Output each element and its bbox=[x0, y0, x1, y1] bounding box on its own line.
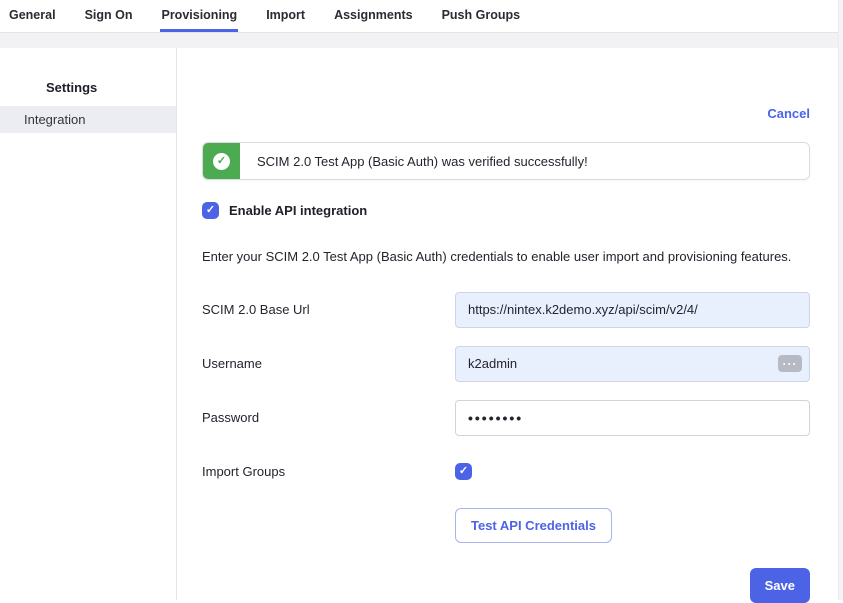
credentials-description: Enter your SCIM 2.0 Test App (Basic Auth… bbox=[202, 248, 810, 266]
tab-sign-on[interactable]: Sign On bbox=[84, 0, 134, 32]
tab-provisioning[interactable]: Provisioning bbox=[160, 0, 238, 32]
scrollbar-track[interactable] bbox=[838, 0, 843, 600]
sidebar-item-integration[interactable]: Integration bbox=[0, 106, 176, 133]
tab-general[interactable]: General bbox=[8, 0, 57, 32]
username-row: Username ··· bbox=[202, 346, 810, 382]
password-manager-icon[interactable]: ··· bbox=[778, 355, 802, 372]
password-input-wrap bbox=[455, 400, 810, 436]
settings-sidebar: Settings Integration bbox=[0, 48, 177, 600]
integration-panel: Cancel SCIM 2.0 Test App (Basic Auth) wa… bbox=[177, 48, 843, 600]
test-api-credentials-button[interactable]: Test API Credentials bbox=[455, 508, 612, 543]
base-url-label: SCIM 2.0 Base Url bbox=[202, 302, 455, 317]
test-credentials-wrap: Test API Credentials bbox=[455, 508, 810, 543]
provisioning-page: General Sign On Provisioning Import Assi… bbox=[0, 0, 843, 600]
enable-api-row: Enable API integration bbox=[202, 200, 810, 220]
base-url-row: SCIM 2.0 Base Url bbox=[202, 292, 810, 328]
cancel-row: Cancel bbox=[202, 106, 810, 124]
tab-assignments[interactable]: Assignments bbox=[333, 0, 414, 32]
cancel-link[interactable]: Cancel bbox=[767, 106, 810, 121]
subheader-strip bbox=[0, 33, 843, 48]
import-groups-label: Import Groups bbox=[202, 464, 455, 479]
import-groups-wrap bbox=[455, 463, 810, 480]
enable-api-checkbox[interactable] bbox=[202, 202, 219, 219]
tab-push-groups[interactable]: Push Groups bbox=[441, 0, 521, 32]
import-groups-row: Import Groups bbox=[202, 454, 810, 490]
credentials-form: SCIM 2.0 Base Url Username ··· Password bbox=[202, 292, 810, 544]
test-credentials-row: Test API Credentials bbox=[202, 508, 810, 544]
success-icon-wrap bbox=[203, 143, 240, 179]
save-button[interactable]: Save bbox=[750, 568, 810, 603]
username-input-wrap: ··· bbox=[455, 346, 810, 382]
password-row: Password bbox=[202, 400, 810, 436]
save-row: Save bbox=[202, 568, 810, 603]
success-banner: SCIM 2.0 Test App (Basic Auth) was verif… bbox=[202, 142, 810, 180]
check-circle-icon bbox=[213, 153, 230, 170]
import-groups-checkbox[interactable] bbox=[455, 463, 472, 480]
success-banner-text: SCIM 2.0 Test App (Basic Auth) was verif… bbox=[240, 154, 588, 169]
enable-api-label: Enable API integration bbox=[229, 203, 367, 218]
sidebar-header-settings: Settings bbox=[0, 80, 176, 106]
username-label: Username bbox=[202, 356, 455, 371]
base-url-input-wrap bbox=[455, 292, 810, 328]
password-label: Password bbox=[202, 410, 455, 425]
password-input[interactable] bbox=[455, 400, 810, 436]
app-tab-bar: General Sign On Provisioning Import Assi… bbox=[0, 0, 843, 33]
username-input[interactable] bbox=[455, 346, 810, 382]
base-url-input[interactable] bbox=[455, 292, 810, 328]
provisioning-content: Settings Integration Cancel SCIM 2.0 Tes… bbox=[0, 48, 843, 600]
tab-import[interactable]: Import bbox=[265, 0, 306, 32]
